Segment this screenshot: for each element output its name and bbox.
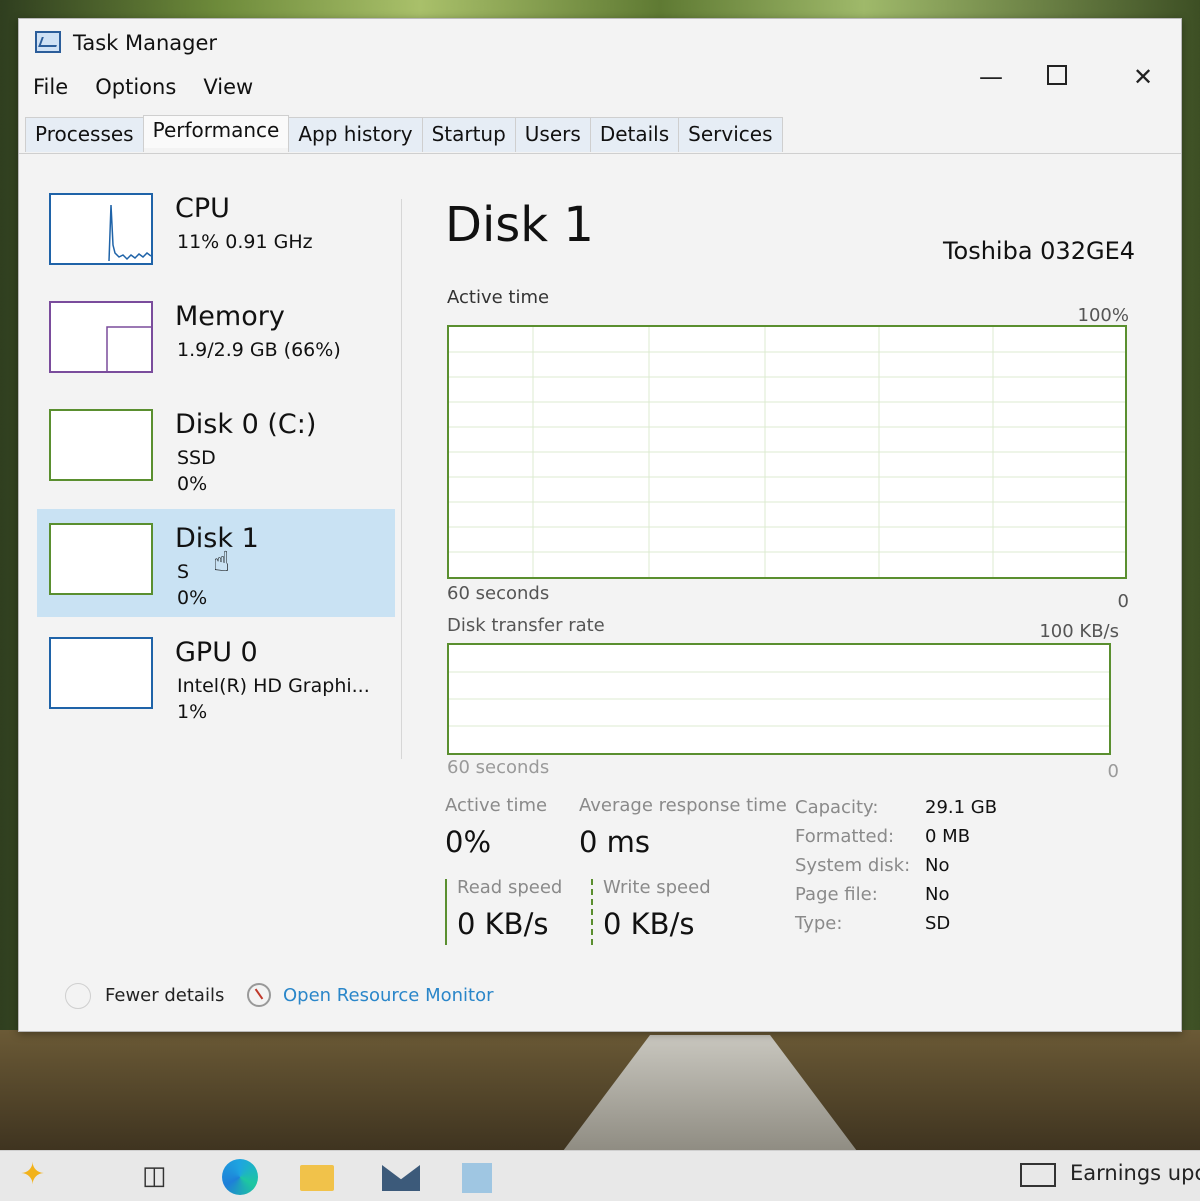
resource-item-cpu[interactable]: CPU 11% 0.91 GHz bbox=[37, 179, 395, 287]
cpu-thumbnail-graph bbox=[49, 193, 153, 265]
tab-strip: Processes Performance App history Startup Us… bbox=[25, 115, 783, 153]
capacity-value: 29.1 GB bbox=[925, 797, 998, 818]
detail-title: Disk 1 bbox=[445, 197, 594, 253]
resource-item-memory[interactable]: Memory 1.9/2.9 GB (66%) bbox=[37, 287, 395, 395]
transfer-rate-graph-min: 0 bbox=[1107, 761, 1119, 782]
page-file-value: No bbox=[925, 884, 950, 905]
resource-list: CPU 11% 0.91 GHz Memory 1.9/2.9 GB (66%)… bbox=[37, 179, 397, 959]
open-resource-monitor-link[interactable]: Open Resource Monitor bbox=[283, 985, 494, 1006]
resource-detail: 1.9/2.9 GB (66%) bbox=[177, 339, 341, 361]
taskbar: ✦ ◫ Earnings upco bbox=[0, 1150, 1200, 1201]
file-explorer-icon[interactable] bbox=[300, 1165, 334, 1191]
news-widget-icon[interactable] bbox=[1020, 1163, 1056, 1187]
resource-name: CPU bbox=[175, 193, 230, 224]
tab-services[interactable]: Services bbox=[678, 117, 783, 152]
page-file-label: Page file: bbox=[795, 884, 878, 905]
task-manager-window: Task Manager — ✕ File Options View Proce… bbox=[18, 18, 1182, 1032]
hand-cursor-icon: ☝ bbox=[213, 545, 231, 578]
avg-response-label: Average response time bbox=[579, 795, 787, 816]
resource-item-disk-1[interactable]: Disk 1 S 0% ☝ bbox=[37, 509, 395, 617]
resource-detail: 11% 0.91 GHz bbox=[177, 231, 313, 253]
resource-item-gpu-0[interactable]: GPU 0 Intel(R) HD Graphi... 1% bbox=[37, 623, 395, 731]
start-sparkle-icon[interactable]: ✦ bbox=[20, 1157, 50, 1192]
disk1-thumbnail-graph bbox=[49, 523, 153, 595]
resource-usage: 1% bbox=[177, 701, 208, 723]
menu-view[interactable]: View bbox=[203, 75, 253, 99]
close-button[interactable]: ✕ bbox=[1123, 63, 1163, 91]
minimize-button[interactable]: — bbox=[971, 63, 1011, 91]
collapse-chevron-icon[interactable] bbox=[65, 983, 91, 1009]
write-speed-label: Write speed bbox=[603, 877, 711, 898]
type-value: SD bbox=[925, 913, 951, 934]
active-time-graph-label: Active time bbox=[447, 287, 550, 308]
system-disk-label: System disk: bbox=[795, 855, 911, 876]
window-title: Task Manager bbox=[73, 31, 218, 55]
system-disk-value: No bbox=[925, 855, 950, 876]
resource-name: Disk 0 (C:) bbox=[175, 409, 317, 440]
menu-options[interactable]: Options bbox=[95, 75, 176, 99]
footer-bar: Fewer details Open Resource Monitor bbox=[59, 979, 659, 1019]
active-time-label: Active time bbox=[445, 795, 548, 816]
transfer-rate-graph-label: Disk transfer rate bbox=[447, 615, 605, 636]
transfer-rate-graph-max: 100 KB/s bbox=[1039, 621, 1119, 642]
capacity-label: Capacity: bbox=[795, 797, 879, 818]
memory-thumbnail-graph bbox=[49, 301, 153, 373]
resource-name: Memory bbox=[175, 301, 285, 332]
resource-item-disk-0[interactable]: Disk 0 (C:) SSD 0% bbox=[37, 395, 395, 503]
write-speed-value: 0 KB/s bbox=[603, 907, 695, 941]
transfer-rate-graph bbox=[447, 643, 1111, 755]
formatted-label: Formatted: bbox=[795, 826, 895, 847]
active-time-value: 0% bbox=[445, 825, 492, 859]
resource-detail: S bbox=[177, 561, 190, 583]
tab-details[interactable]: Details bbox=[589, 117, 680, 152]
transfer-rate-graph-span: 60 seconds bbox=[447, 757, 550, 778]
avg-response-value: 0 ms bbox=[579, 825, 651, 859]
active-time-graph bbox=[447, 325, 1127, 579]
resource-usage: 0% bbox=[177, 587, 208, 609]
formatted-value: 0 MB bbox=[925, 826, 971, 847]
tab-startup[interactable]: Startup bbox=[421, 117, 516, 152]
tab-performance[interactable]: Performance bbox=[142, 115, 290, 148]
panel-divider[interactable] bbox=[401, 199, 402, 759]
disk0-thumbnail-graph bbox=[49, 409, 153, 481]
task-manager-icon bbox=[35, 31, 61, 53]
resource-usage: 0% bbox=[177, 473, 208, 495]
mail-icon[interactable] bbox=[382, 1165, 420, 1191]
menu-bar: File Options View bbox=[33, 75, 275, 105]
disk-detail-panel: Disk 1 Toshiba 032GE4 Active time 100% 6… bbox=[439, 189, 1159, 969]
resource-name: GPU 0 bbox=[175, 637, 258, 668]
tab-users[interactable]: Users bbox=[514, 117, 591, 152]
active-time-graph-span: 60 seconds bbox=[447, 583, 550, 604]
tab-divider bbox=[19, 153, 1181, 154]
resource-monitor-icon[interactable] bbox=[247, 983, 271, 1007]
resource-detail: SSD bbox=[177, 447, 216, 469]
maximize-button[interactable] bbox=[1047, 65, 1067, 85]
write-speed-indicator bbox=[591, 879, 595, 945]
edge-browser-icon[interactable] bbox=[222, 1159, 258, 1195]
active-time-graph-max: 100% bbox=[1077, 305, 1129, 326]
type-label: Type: bbox=[795, 913, 843, 934]
disk-model: Toshiba 032GE4 bbox=[942, 237, 1135, 265]
fewer-details-link[interactable]: Fewer details bbox=[105, 985, 224, 1006]
active-time-graph-min: 0 bbox=[1117, 591, 1129, 612]
store-icon[interactable] bbox=[462, 1163, 492, 1193]
read-speed-label: Read speed bbox=[457, 877, 563, 898]
tab-app-history[interactable]: App history bbox=[288, 117, 423, 152]
menu-file[interactable]: File bbox=[33, 75, 68, 99]
resource-detail: Intel(R) HD Graphi... bbox=[177, 675, 370, 697]
task-view-icon[interactable]: ◫ bbox=[142, 1161, 172, 1191]
news-widget-text[interactable]: Earnings upco bbox=[1070, 1161, 1200, 1185]
gpu-thumbnail-graph bbox=[49, 637, 153, 709]
read-speed-indicator bbox=[445, 879, 447, 945]
tab-processes[interactable]: Processes bbox=[25, 117, 144, 152]
read-speed-value: 0 KB/s bbox=[457, 907, 549, 941]
title-bar[interactable]: Task Manager bbox=[19, 19, 1181, 69]
